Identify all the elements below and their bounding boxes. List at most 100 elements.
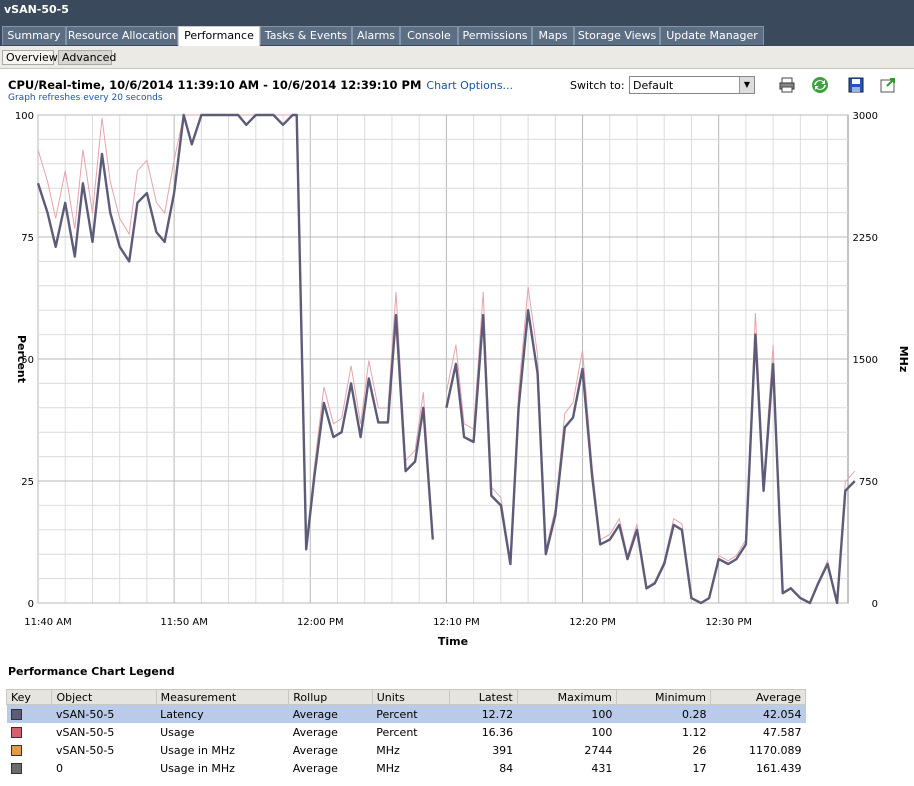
legend-key-cell — [6, 704, 52, 723]
legend-cell-maximum: 2744 — [584, 743, 613, 757]
legend-cell-rollup: Average — [292, 743, 338, 757]
legend-cell-minimum: 1.12 — [682, 725, 707, 739]
overview-button[interactable]: Overview — [2, 50, 58, 65]
legend-row[interactable]: vSAN-50-5 Usage Average Percent 16.36 100 1.12… — [7, 723, 806, 741]
legend-cell-latest: 12.72 — [449, 704, 518, 723]
tab-storage-views[interactable]: Storage Views — [574, 26, 660, 45]
x-tick-label: 12:30 PM — [705, 617, 752, 628]
legend-key-cell — [7, 759, 52, 777]
save-icon[interactable] — [847, 76, 865, 94]
legend-table: Key Object Measurement Rollup Units Late… — [5, 689, 806, 777]
y2-tick-label: 3000 — [853, 111, 878, 122]
print-icon[interactable] — [778, 76, 796, 94]
legend-cell-object: vSAN-50-5 — [55, 725, 115, 739]
col-rollup[interactable]: Rollup — [288, 689, 373, 705]
legend-key-cell — [7, 741, 52, 759]
y-axis-label: Percent — [15, 335, 28, 383]
tab-console[interactable]: Console — [400, 26, 458, 45]
advanced-button[interactable]: Advanced — [58, 50, 116, 65]
legend-cell-rollup: Average — [292, 725, 338, 739]
col-minimum[interactable]: Minimum — [615, 689, 712, 705]
switch-select[interactable]: Default ▼ — [629, 76, 755, 94]
refresh-icon[interactable] — [811, 76, 829, 94]
col-object[interactable]: Object — [51, 689, 157, 705]
y2-tick-label: 0 — [872, 599, 878, 610]
legend-key-cell — [7, 723, 52, 741]
x-tick-label: 12:20 PM — [569, 617, 616, 628]
x-tick-label: 12:10 PM — [433, 617, 480, 628]
chevron-down-icon[interactable]: ▼ — [739, 77, 754, 93]
legend-cell-measurement: Usage in MHz — [160, 761, 235, 775]
legend-cell-maximum: 100 — [517, 704, 617, 723]
col-key[interactable]: Key — [5, 689, 53, 705]
performance-chart: 0255075100075015002250300011:40 AM 11:50 … — [15, 111, 910, 648]
x-axis-label: Time — [438, 635, 468, 648]
legend-cell-average: 161.439 — [756, 761, 802, 775]
chart-options-link[interactable]: Chart Options... — [426, 79, 513, 92]
legend-cell-object: 0 — [55, 761, 63, 775]
tab-resource-allocation[interactable]: Resource Allocation — [66, 26, 178, 45]
legend-row[interactable]: vSAN-50-5 Usage in MHz Average MHz 391 2744 26… — [7, 741, 806, 759]
y-tick-label: 100 — [15, 111, 34, 122]
legend-cell-rollup: Average — [292, 761, 338, 775]
legend-header-row: Key Object Measurement Rollup Units Late… — [5, 689, 806, 705]
legend-key-swatch — [10, 727, 22, 738]
legend-cell-units: Percent — [372, 704, 450, 723]
tab-permissions[interactable]: Permissions — [458, 26, 532, 45]
legend-key-swatch — [10, 709, 22, 720]
legend-row[interactable]: vSAN-50-5 Latency Average Percent 12.72 100 0.… — [6, 704, 806, 723]
legend-cell-minimum: 17 — [692, 761, 707, 775]
col-latest[interactable]: Latest — [449, 689, 518, 705]
x-tick-label: 12:00 PM — [297, 617, 344, 628]
legend-cell-units: Percent — [376, 725, 418, 739]
col-average[interactable]: Average — [710, 689, 806, 705]
legend-cell-average: 47.587 — [763, 725, 802, 739]
legend-key-swatch — [10, 763, 22, 774]
chart-header: CPU/Real-time, 10/6/2014 11:39:10 AM - 1… — [8, 78, 513, 92]
tab-alarms[interactable]: Alarms — [352, 26, 400, 45]
col-maximum[interactable]: Maximum — [516, 689, 617, 705]
switch-label: Switch to: — [570, 79, 625, 92]
legend-cell-object: vSAN-50-5 — [51, 704, 157, 723]
legend-cell-maximum: 431 — [591, 761, 613, 775]
col-units[interactable]: Units — [371, 689, 451, 705]
chart-title: CPU/Real-time, 10/6/2014 11:39:10 AM - 1… — [8, 78, 422, 92]
x-tick-label: 11:50 AM — [160, 617, 207, 628]
window-titlebar: vSAN-50-5 Summary Resource Allocation Pe… — [0, 0, 914, 46]
legend-key-swatch — [10, 745, 22, 756]
window-title: vSAN-50-5 — [4, 3, 69, 16]
legend-cell-units: MHz — [376, 761, 400, 775]
chart-grid — [37, 114, 849, 604]
legend-cell-units: MHz — [376, 743, 400, 757]
y2-tick-label: 750 — [859, 477, 878, 488]
legend-cell-measurement: Usage — [160, 725, 195, 739]
view-switch-bar: Overview Advanced — [0, 46, 914, 69]
x-tick-label: 11:40 AM — [24, 617, 71, 628]
legend-cell-latest: 391 — [492, 743, 514, 757]
tab-maps[interactable]: Maps — [532, 26, 574, 45]
tab-summary[interactable]: Summary — [2, 26, 66, 45]
export-icon[interactable] — [879, 76, 897, 94]
col-measurement[interactable]: Measurement — [155, 689, 290, 705]
legend-cell-rollup: Average — [288, 704, 373, 723]
y2-tick-label: 2250 — [853, 233, 878, 244]
legend-cell-measurement: Usage in MHz — [160, 743, 235, 757]
tab-update-manager[interactable]: Update Manager — [660, 26, 764, 45]
legend-cell-minimum: 26 — [692, 743, 707, 757]
tab-performance[interactable]: Performance — [178, 26, 260, 46]
legend-cell-latest: 16.36 — [481, 725, 514, 739]
legend-row[interactable]: 0 Usage in MHz Average MHz 84 431 17 161.439 — [7, 759, 806, 777]
y-tick-label: 25 — [21, 477, 34, 488]
tab-tasks-events[interactable]: Tasks & Events — [260, 26, 352, 45]
y2-axis-label: MHz — [897, 346, 910, 373]
y-tick-label: 75 — [21, 233, 34, 244]
legend-cell-measurement: Latency — [156, 704, 289, 723]
legend-cell-average: 42.054 — [710, 704, 806, 723]
y2-tick-label: 1500 — [853, 355, 878, 366]
legend-title: Performance Chart Legend — [8, 665, 175, 678]
legend-cell-maximum: 100 — [591, 725, 613, 739]
legend-cell-minimum: 0.28 — [616, 704, 711, 723]
tab-bar: Summary Resource Allocation Performance … — [0, 26, 914, 46]
refresh-note: Graph refreshes every 20 seconds — [8, 93, 163, 103]
legend-cell-object: vSAN-50-5 — [55, 743, 115, 757]
